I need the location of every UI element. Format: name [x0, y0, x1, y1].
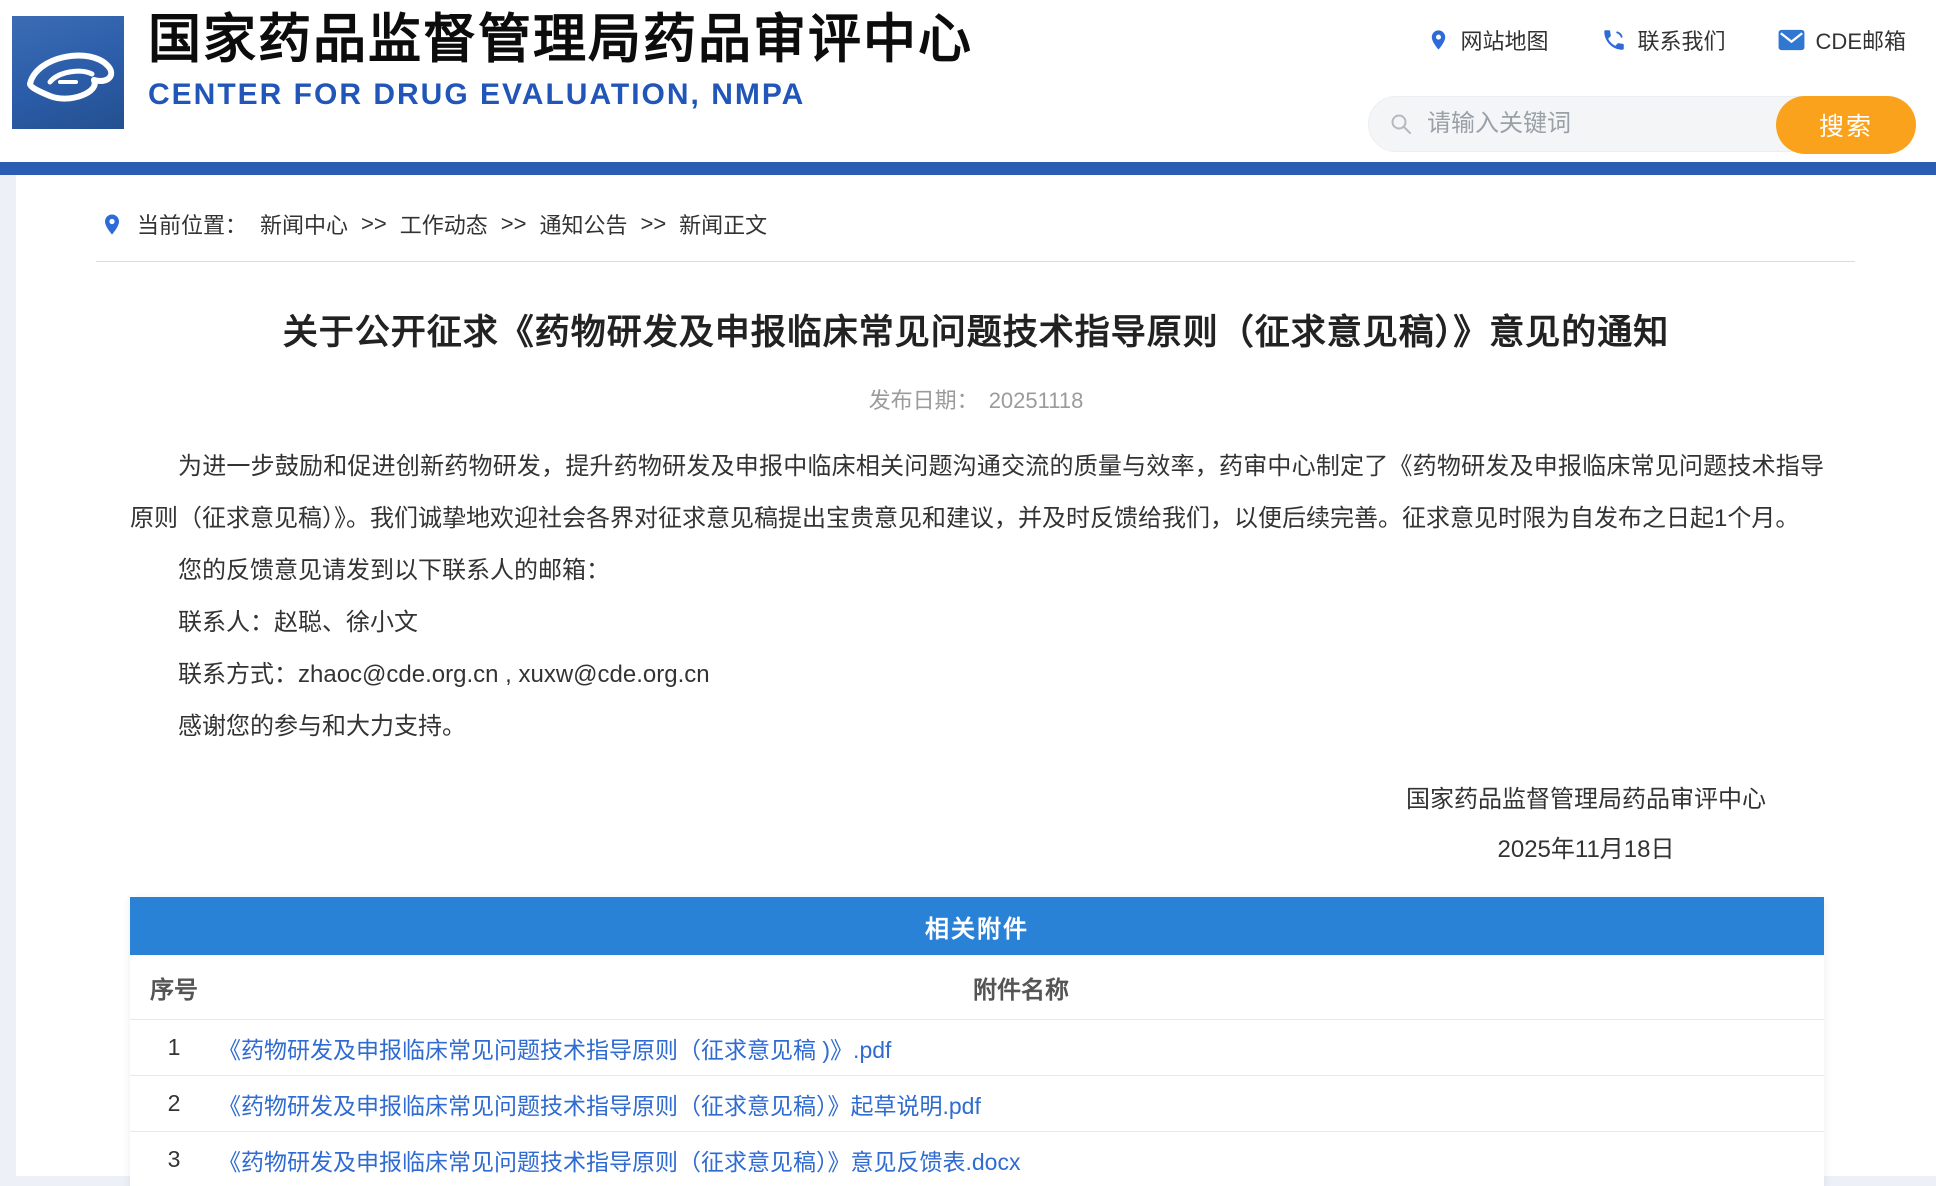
signature-org: 国家药品监督管理局药品审评中心: [1406, 775, 1766, 825]
breadcrumb-item-news-center[interactable]: 新闻中心: [260, 208, 348, 240]
breadcrumb-separator: >>: [640, 211, 666, 237]
cde-mail-link[interactable]: CDE邮箱: [1778, 24, 1906, 56]
sitemap-link[interactable]: 网站地图: [1427, 24, 1549, 56]
publish-date-value: 20251118: [989, 388, 1084, 413]
attachment-link-drafting-notes-pdf[interactable]: 《药物研发及申报临床常见问题技术指导原则（征求意见稿）》起草说明.pdf: [218, 1093, 981, 1119]
site-title-cn: 国家药品监督管理局药品审评中心: [148, 8, 973, 72]
breadcrumb-separator: >>: [361, 211, 387, 237]
search-button[interactable]: 搜索: [1776, 96, 1916, 154]
attachment-index: 1: [130, 1034, 218, 1061]
breadcrumb-item-work-trends[interactable]: 工作动态: [400, 208, 488, 240]
breadcrumb-item-notices[interactable]: 通知公告: [539, 208, 627, 240]
table-row: 2 《药物研发及申报临床常见问题技术指导原则（征求意见稿）》起草说明.pdf: [130, 1075, 1824, 1131]
location-pin-icon: [100, 210, 124, 239]
article-paragraph: 为进一步鼓励和促进创新药物研发，提升药物研发及申报中临床相关问题沟通交流的质量与…: [130, 441, 1824, 545]
table-row: 1 《药物研发及申报临床常见问题技术指导原则（征求意见稿 )》.pdf: [130, 1019, 1824, 1075]
article-signature: 国家药品监督管理局药品审评中心 2025年11月18日: [1406, 775, 1766, 875]
article-body: 为进一步鼓励和促进创新药物研发，提升药物研发及申报中临床相关问题沟通交流的质量与…: [16, 441, 1936, 753]
breadcrumb-divider: [96, 261, 1855, 262]
breadcrumb: 当前位置： 新闻中心 >> 工作动态 >> 通知公告 >> 新闻正文: [100, 208, 1936, 240]
search-bar: 搜索: [1368, 96, 1916, 152]
contact-us-link[interactable]: 联系我们: [1601, 24, 1726, 56]
map-pin-icon: [1427, 26, 1450, 54]
cde-mail-link-label: CDE邮箱: [1816, 24, 1906, 56]
search-icon: [1389, 112, 1413, 136]
site-title-en: CENTER FOR DRUG EVALUATION, NMPA: [148, 78, 973, 112]
header-divider-bar: [0, 162, 1936, 175]
attachment-index: 2: [130, 1090, 218, 1117]
contact-us-link-label: 联系我们: [1638, 24, 1726, 56]
article-paragraph: 您的反馈意见请发到以下联系人的邮箱：: [130, 545, 1824, 597]
signature-date: 2025年11月18日: [1406, 825, 1766, 875]
article-paragraph: 感谢您的参与和大力支持。: [130, 701, 1824, 753]
attachment-link-guideline-pdf[interactable]: 《药物研发及申报临床常见问题技术指导原则（征求意见稿 )》.pdf: [218, 1037, 891, 1063]
attachments-title: 相关附件: [130, 897, 1824, 955]
header-quick-links: 网站地图 联系我们 CDE邮箱: [1427, 24, 1906, 56]
table-row: 3 《药物研发及申报临床常见问题技术指导原则（征求意见稿）》意见反馈表.docx: [130, 1131, 1824, 1186]
article-title: 关于公开征求《药物研发及申报临床常见问题技术指导原则（征求意见稿）》意见的通知: [136, 304, 1816, 355]
logo-swoosh-icon: [16, 26, 120, 118]
breadcrumb-item-article: 新闻正文: [679, 208, 767, 240]
mail-icon: [1778, 29, 1805, 51]
breadcrumb-separator: >>: [501, 211, 527, 237]
phone-icon: [1601, 27, 1627, 53]
article-paragraph-emails: 联系方式：zhaoc@cde.org.cn , xuxw@cde.org.cn: [130, 649, 1824, 701]
publish-date-label: 发布日期：: [869, 388, 979, 413]
attachments-table: 相关附件 序号 附件名称 1 《药物研发及申报临床常见问题技术指导原则（征求意见…: [130, 897, 1824, 1186]
attachment-link-feedback-form-docx[interactable]: 《药物研发及申报临床常见问题技术指导原则（征求意见稿）》意见反馈表.docx: [218, 1149, 1020, 1175]
site-titles: 国家药品监督管理局药品审评中心 CENTER FOR DRUG EVALUATI…: [148, 8, 973, 112]
breadcrumb-prefix: 当前位置：: [137, 208, 247, 240]
site-header: 国家药品监督管理局药品审评中心 CENTER FOR DRUG EVALUATI…: [0, 0, 1936, 162]
attachment-index: 3: [130, 1146, 218, 1173]
sitemap-link-label: 网站地图: [1461, 24, 1549, 56]
column-header-index: 序号: [130, 970, 218, 1005]
column-header-name: 附件名称: [218, 970, 1824, 1005]
content-panel: 当前位置： 新闻中心 >> 工作动态 >> 通知公告 >> 新闻正文 关于公开征…: [16, 175, 1936, 1176]
publish-date: 发布日期： 20251118: [16, 383, 1936, 415]
article-paragraph-contacts: 联系人：赵聪、徐小文: [130, 597, 1824, 649]
attachments-column-header: 序号 附件名称: [130, 955, 1824, 1019]
cde-logo[interactable]: [12, 16, 124, 129]
